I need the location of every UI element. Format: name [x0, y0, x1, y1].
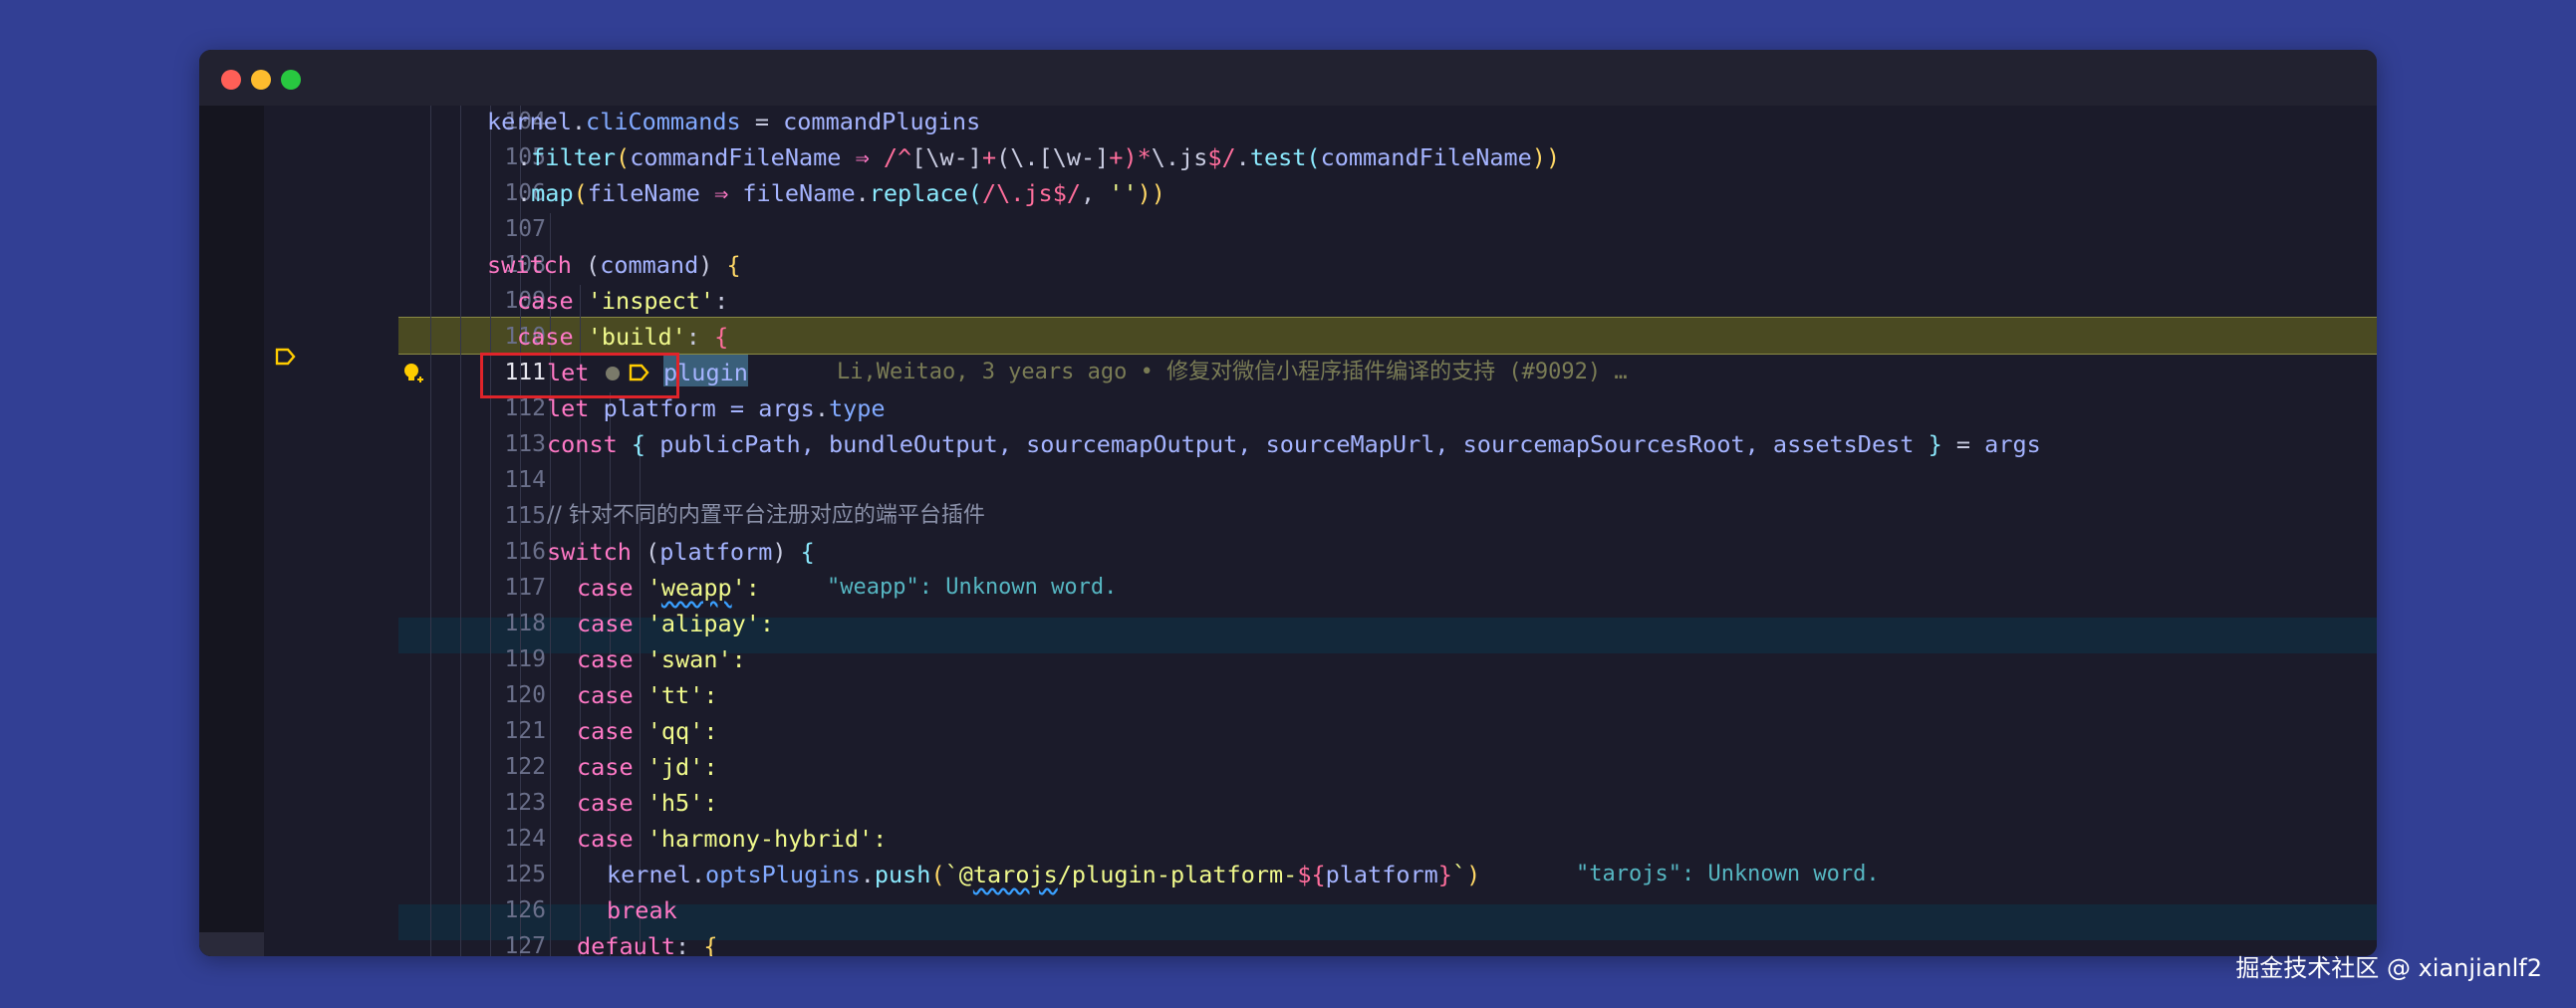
- code-line-106[interactable]: .map(fileName ⇒ fileName.replace(/\.js$/…: [517, 175, 1165, 211]
- code-line-120[interactable]: case 'tt':: [577, 677, 717, 713]
- minimize-window-button[interactable]: [251, 70, 271, 90]
- code-line-121[interactable]: case 'qq':: [577, 713, 717, 749]
- code-line-123[interactable]: case 'h5':: [577, 785, 717, 821]
- line-number: 127: [504, 933, 546, 956]
- editor-window: 104 105 106 107 108 109 110 111 112 113 …: [199, 50, 2377, 956]
- code-line-115[interactable]: // 针对不同的内置平台注册对应的端平台插件: [547, 498, 985, 534]
- line-number: 116: [504, 539, 546, 565]
- code-line-125[interactable]: kernel.optsPlugins.push(`@tarojs/plugin-…: [607, 857, 1480, 892]
- line-number: 109: [504, 288, 546, 314]
- line-number: 122: [504, 754, 546, 780]
- code-line-127[interactable]: default: {: [577, 928, 718, 956]
- editor-side-strip: [199, 106, 264, 956]
- line-number: 117: [504, 575, 546, 601]
- code-line-108[interactable]: switch (command) {: [487, 247, 741, 283]
- line-number: 118: [504, 611, 546, 636]
- annotation-highlight-box: [480, 353, 679, 398]
- watermark: 掘金技术社区 @ xianjianlf2: [2235, 954, 2542, 982]
- line-number: 110: [504, 324, 546, 350]
- code-line-118[interactable]: case 'alipay':: [577, 606, 774, 641]
- git-blame-tag-icon[interactable]: [274, 345, 298, 369]
- code-line-104[interactable]: kernel.cliCommands = commandPlugins: [487, 104, 980, 139]
- diagnostic-message[interactable]: "tarojs": Unknown word.: [1576, 857, 1880, 892]
- git-blame-annotation[interactable]: Li,Weitao, 3 years ago • 修复对微信小程序插件编译的支持…: [837, 355, 1628, 390]
- diagnostic-message[interactable]: "weapp": Unknown word.: [827, 570, 1117, 606]
- line-number: 120: [504, 682, 546, 708]
- line-number: 125: [504, 862, 546, 887]
- line-number: 119: [504, 646, 546, 672]
- line-number: 106: [504, 180, 546, 206]
- line-number: 105: [504, 144, 546, 170]
- line-number: 115: [504, 503, 546, 529]
- code-line-119[interactable]: case 'swan':: [577, 641, 746, 677]
- code-line-110[interactable]: case 'build': {: [517, 319, 728, 355]
- code-line-122[interactable]: case 'jd':: [577, 749, 717, 785]
- code-line-109[interactable]: case 'inspect':: [517, 283, 728, 319]
- code-line-116[interactable]: switch (platform) {: [547, 534, 815, 570]
- line-number: 123: [504, 790, 546, 816]
- line-number: 124: [504, 826, 546, 852]
- code-line-113[interactable]: const { publicPath, bundleOutput, source…: [547, 426, 2041, 462]
- zoom-window-button[interactable]: [281, 70, 301, 90]
- code-line-105[interactable]: .filter(commandFileName ⇒ /^[\w-]+(\.[\w…: [517, 139, 1560, 175]
- scroll-indicator[interactable]: [199, 932, 264, 956]
- line-number: 126: [504, 897, 546, 923]
- line-number: 114: [504, 467, 546, 493]
- line-number: 121: [504, 718, 546, 744]
- close-window-button[interactable]: [221, 70, 241, 90]
- title-bar: [199, 50, 2377, 106]
- code-line-117[interactable]: case 'weapp':: [577, 570, 760, 606]
- code-editor[interactable]: 104 105 106 107 108 109 110 111 112 113 …: [199, 106, 2377, 956]
- lightbulb-icon[interactable]: [400, 361, 426, 386]
- line-number: 107: [504, 216, 546, 242]
- code-line-124[interactable]: case 'harmony-hybrid':: [577, 821, 887, 857]
- line-number: 113: [504, 431, 546, 457]
- code-line-126[interactable]: break: [607, 892, 677, 928]
